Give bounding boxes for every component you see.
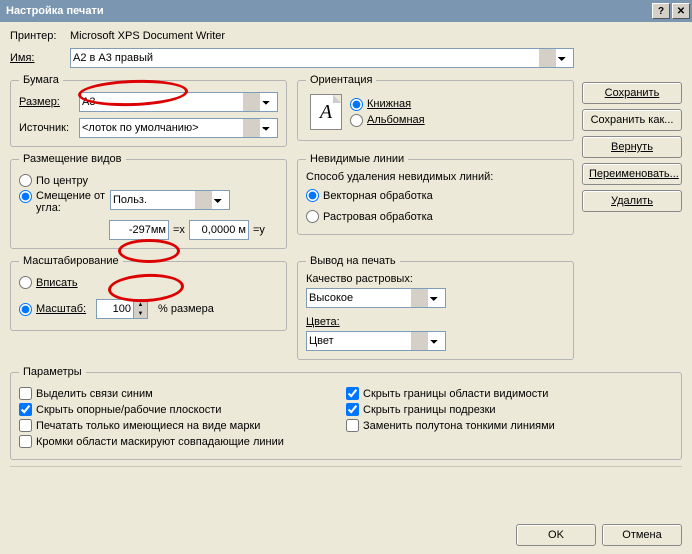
colors-label: Цвета: [306,316,565,328]
revert-button[interactable]: Вернуть [582,136,682,158]
zoom-label: Масштаб: [36,303,92,315]
offset-y-suffix: =y [253,224,265,236]
raster-quality-label: Качество растровых: [306,273,565,285]
rename-button[interactable]: Переименовать... [582,163,682,185]
spin-up-icon[interactable]: ▲ [133,300,147,309]
source-label: Источник: [19,122,79,134]
delete-button[interactable]: Удалить [582,190,682,212]
title-bar: Настройка печати ? ✕ [0,0,692,22]
cancel-button[interactable]: Отмена [602,524,682,546]
output-group: Вывод на печать Качество растровых: Высо… [297,255,574,360]
offset-radio[interactable] [19,190,32,203]
orientation-icon: A [310,94,342,130]
param-hide-scope[interactable]: Скрыть границы области видимости [346,387,673,400]
scale-group: Масштабирование Вписать Масштаб: ▲▼ % ра… [10,255,287,331]
raster-quality-combo[interactable]: Высокое [306,288,446,308]
printer-label: Принтер: [10,30,70,42]
name-combo[interactable]: A2 в A3 правый [70,48,574,68]
param-hide-planes[interactable]: Скрыть опорные/рабочие плоскости [19,403,346,416]
offset-x-input[interactable] [109,220,169,240]
vector-radio[interactable]: Векторная обработка [306,189,565,202]
size-label: Размер: [19,96,79,108]
output-legend: Вывод на печать [306,255,400,267]
placement-group: Размещение видов По центру Смещение от у… [10,153,287,249]
ok-button[interactable]: OK [516,524,596,546]
params-legend: Параметры [19,366,86,378]
offset-source-combo[interactable]: Польз. [110,190,230,210]
paper-group: Бумага Размер: A3 Источник: <лоток по ум… [10,74,287,147]
close-button[interactable]: ✕ [672,3,690,19]
save-button[interactable]: Сохранить [582,82,682,104]
zoom-radio[interactable] [19,303,32,316]
paper-legend: Бумага [19,74,63,86]
printer-value: Microsoft XPS Document Writer [70,30,225,42]
param-blue-links[interactable]: Выделить связи синим [19,387,346,400]
orientation-group: Ориентация A Книжная Альбомная [297,74,574,141]
spin-down-icon[interactable]: ▼ [133,309,147,318]
param-mask-edges[interactable]: Кромки области маскируют совпадающие лин… [19,435,346,448]
landscape-radio[interactable]: Альбомная [350,114,425,127]
hidden-lines-legend: Невидимые линии [306,153,408,165]
colors-combo[interactable]: Цвет [306,331,446,351]
offset-label: Смещение от угла: [36,190,106,214]
zoom-spinner[interactable]: ▲▼ [96,299,148,319]
name-label: Имя: [10,52,70,64]
size-combo[interactable]: A3 [79,92,278,112]
source-combo[interactable]: <лоток по умолчанию> [79,118,278,138]
offset-x-suffix: =x [173,224,185,236]
separator [10,466,682,467]
portrait-radio[interactable]: Книжная [350,98,425,111]
params-group: Параметры Выделить связи синим Скрыть оп… [10,366,682,460]
help-button[interactable]: ? [652,3,670,19]
scale-legend: Масштабирование [19,255,123,267]
hidden-method-label: Способ удаления невидимых линий: [306,171,565,183]
zoom-suffix: % размера [158,303,214,315]
param-halftone-thin[interactable]: Заменить полутона тонкими линиями [346,419,673,432]
center-radio[interactable]: По центру [19,174,278,187]
offset-y-input[interactable] [189,220,249,240]
param-hide-crop[interactable]: Скрыть границы подрезки [346,403,673,416]
raster-radio[interactable]: Растровая обработка [306,210,565,223]
window-title: Настройка печати [6,5,104,17]
save-as-button[interactable]: Сохранить как... [582,109,682,131]
placement-legend: Размещение видов [19,153,126,165]
param-visible-tags[interactable]: Печатать только имеющиеся на виде марки [19,419,346,432]
hidden-lines-group: Невидимые линии Способ удаления невидимы… [297,153,574,235]
fit-radio[interactable]: Вписать [19,276,278,289]
orientation-legend: Ориентация [306,74,376,86]
